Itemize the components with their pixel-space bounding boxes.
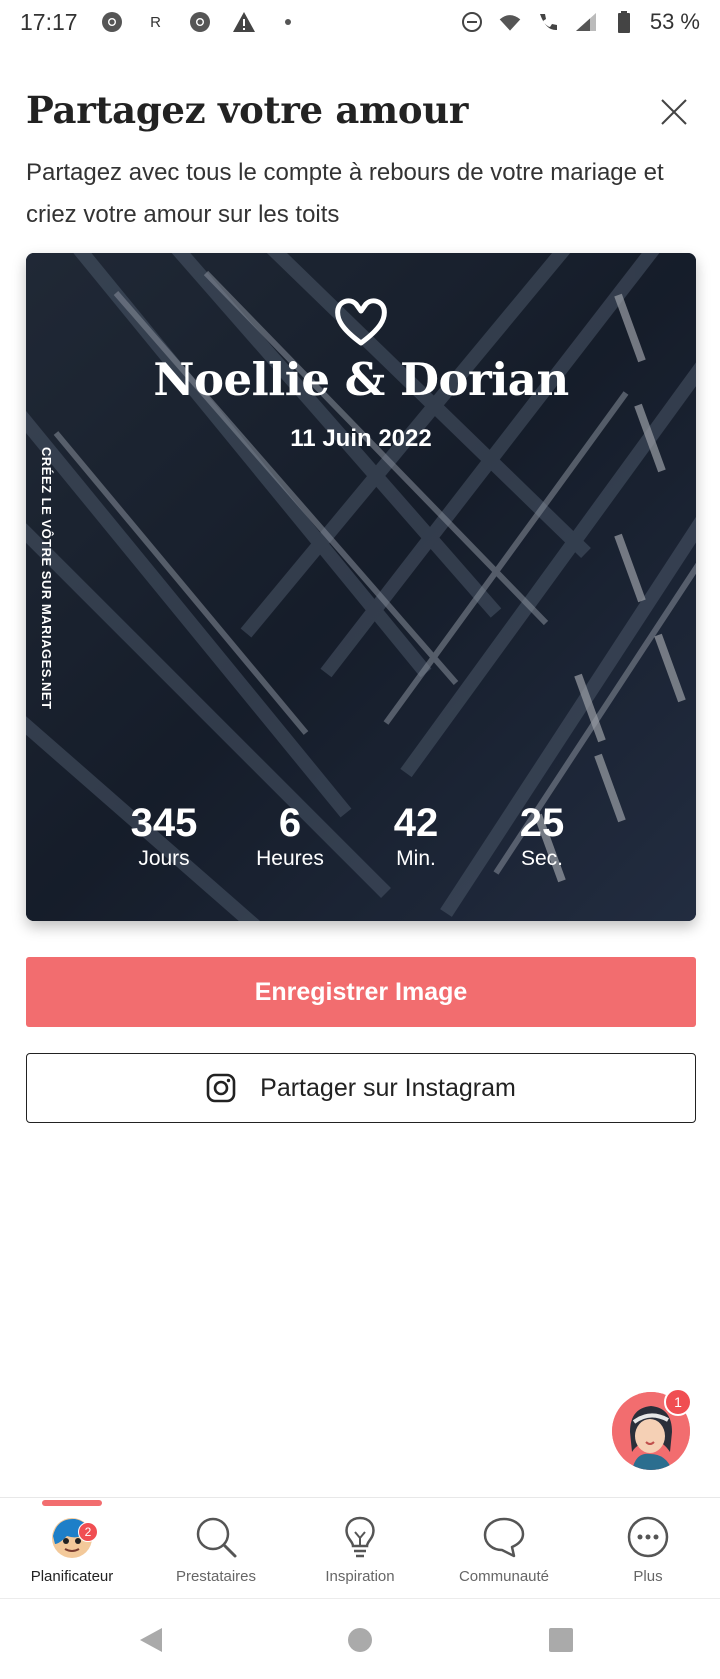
- nav-label-plus: Plus: [633, 1568, 663, 1585]
- chat-bubble-icon: [483, 1517, 525, 1558]
- nav-label-communaute: Communauté: [458, 1568, 550, 1585]
- back-icon[interactable]: [136, 1625, 166, 1655]
- couple-names: Noellie & Dorian: [153, 353, 569, 406]
- countdown-minutes: 42 Min.: [346, 801, 486, 873]
- heart-icon: [335, 298, 387, 346]
- wifi-icon: [498, 10, 522, 34]
- close-icon: [661, 99, 687, 125]
- close-button[interactable]: [656, 94, 692, 130]
- nav-active-indicator: [42, 1500, 102, 1506]
- search-icon: [196, 1517, 237, 1558]
- nav-badge-planificateur: 2: [78, 1522, 98, 1542]
- share-instagram-button[interactable]: Partager sur Instagram: [26, 1053, 696, 1123]
- dot-icon: [276, 10, 300, 34]
- countdown-seconds: 25 Sec.: [472, 801, 612, 873]
- nav-item-planificateur[interactable]: Planificateur 2: [0, 1514, 144, 1585]
- chrome-icon: [188, 10, 212, 34]
- countdown-minutes-value: 42: [393, 801, 439, 845]
- more-icon: [627, 1516, 669, 1558]
- nav-item-inspiration[interactable]: Inspiration: [288, 1514, 432, 1585]
- countdown-days-label: Jours: [138, 847, 190, 870]
- chrome-icon: [100, 10, 124, 34]
- share-instagram-label: Partager sur Instagram: [260, 1073, 516, 1102]
- save-image-button[interactable]: Enregistrer Image: [26, 957, 696, 1027]
- page-title: Partagez votre amour: [26, 88, 469, 132]
- nav-label-prestataires: Prestataires: [175, 1568, 257, 1585]
- lightbulb-icon: [345, 1516, 375, 1558]
- status-time: 17:17: [20, 8, 78, 35]
- countdown-hours: 6 Heures: [220, 801, 360, 873]
- chat-notification-badge: 1: [664, 1388, 692, 1416]
- nav-item-prestataires[interactable]: Prestataires: [144, 1514, 288, 1585]
- nav-item-plus[interactable]: Plus: [576, 1514, 720, 1585]
- home-icon[interactable]: [345, 1625, 375, 1655]
- recents-icon[interactable]: [546, 1625, 576, 1655]
- page-subtitle: Partagez avec tous le compte à rebours d…: [26, 159, 664, 228]
- battery-percent: 53 %: [649, 9, 700, 34]
- countdown-card: Noellie & Dorian 11 Juin 2022 CRÉEZ LE V…: [26, 253, 696, 921]
- nav-label-planificateur: Planificateur: [30, 1568, 114, 1585]
- status-bar: 17:17 R 53 %: [0, 0, 720, 44]
- system-navigation-bar: [0, 1598, 720, 1679]
- countdown-minutes-label: Min.: [396, 847, 436, 870]
- countdown-hours-label: Heures: [256, 847, 324, 870]
- call-icon: [536, 10, 560, 34]
- battery-icon: [612, 10, 636, 34]
- countdown-hours-value: 6: [278, 801, 302, 845]
- promo-vertical-text: CRÉEZ LE VÔTRE SUR MARIAGES.NET: [39, 447, 54, 710]
- signal-icon: [574, 10, 598, 34]
- nav-item-communaute[interactable]: Communauté: [432, 1514, 576, 1585]
- do-not-disturb-icon: [460, 10, 484, 34]
- countdown-seconds-value: 25: [519, 801, 565, 845]
- wedding-date: 11 Juin 2022: [290, 425, 432, 452]
- bottom-navigation: Planificateur 2 Prestataires Inspiration…: [0, 1497, 720, 1597]
- notif-letter-icon: R: [150, 13, 161, 31]
- countdown-days: 345 Jours: [94, 801, 234, 873]
- nav-label-inspiration: Inspiration: [325, 1568, 395, 1585]
- countdown-seconds-label: Sec.: [520, 847, 564, 870]
- warning-icon: [232, 10, 256, 34]
- countdown-days-value: 345: [130, 801, 198, 845]
- instagram-icon: [206, 1073, 236, 1103]
- status-notifications: R: [100, 10, 300, 34]
- status-system: 53 %: [460, 9, 700, 35]
